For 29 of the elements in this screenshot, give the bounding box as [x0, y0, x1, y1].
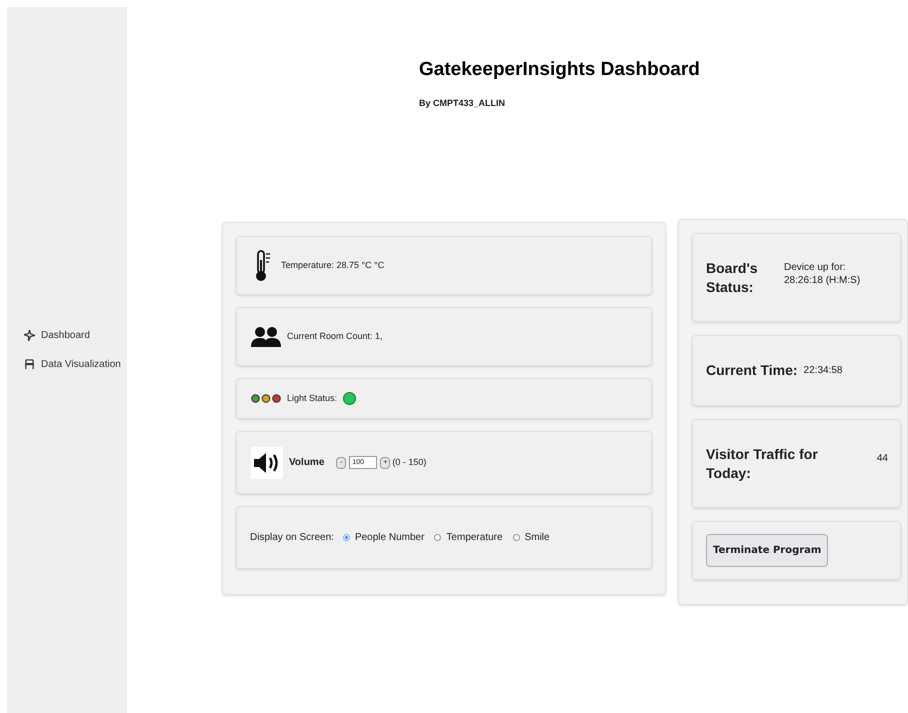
volume-range: (0 - 150): [392, 456, 426, 469]
status-value: 44: [876, 452, 888, 466]
radio-button[interactable]: [434, 534, 442, 541]
page-subtitle: By CMPT433_ALLIN: [419, 96, 506, 110]
thermometer-icon: [255, 250, 271, 282]
people-icon: [251, 326, 281, 348]
status-label: Board's Status:: [706, 259, 759, 296]
display-label: Display on Screen:: [250, 531, 334, 545]
radio-button[interactable]: [342, 534, 350, 541]
volume-label: Volume: [289, 456, 324, 470]
page-title: GatekeeperInsights Dashboard: [419, 58, 701, 82]
radio-button[interactable]: [512, 534, 520, 541]
sidebar-item[interactable]: Dashboard: [24, 328, 127, 343]
light-status-label: Light Status:: [287, 392, 338, 405]
radio-option[interactable]: Temperature: [434, 530, 503, 545]
sparkle-icon: [24, 330, 35, 341]
traffic-light-icon: [251, 394, 281, 403]
status-label: Visitor Traffic for Today:: [706, 445, 819, 482]
sidebar-item[interactable]: Data Visualization: [24, 357, 127, 372]
status-label: Current Time:: [706, 361, 798, 380]
status-value: Device up for: 28:26:18 (H:M:S): [784, 262, 862, 287]
seat-icon: [24, 359, 35, 370]
radio-option[interactable]: People Number: [342, 530, 424, 545]
radio-option[interactable]: Smile: [512, 530, 550, 545]
speaker-icon: [251, 446, 283, 478]
room-count-reading: Current Room Count: 1,: [287, 330, 383, 343]
temperature-reading: Temperature: 28.75 °C °C: [281, 258, 384, 272]
status-value: 22:34:58: [804, 364, 842, 378]
terminate-button[interactable]: Terminate Program: [706, 534, 828, 567]
